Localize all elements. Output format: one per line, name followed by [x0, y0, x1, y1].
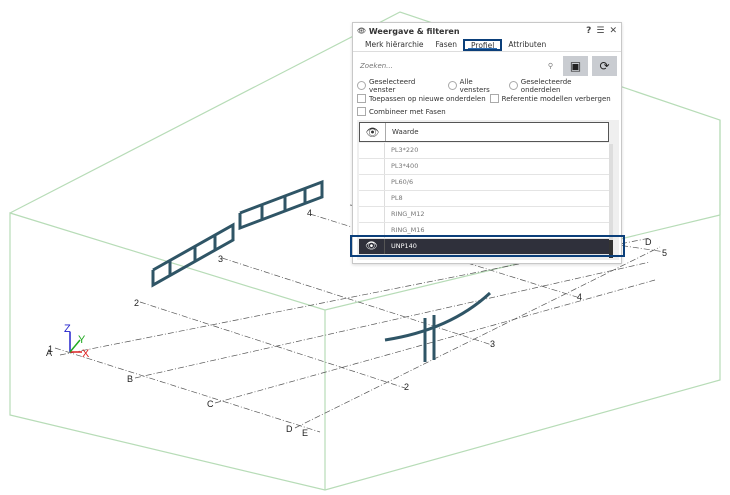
search-bar: Zoeken... ⚲ ▣ ⟳ — [357, 56, 617, 76]
table-row[interactable]: RING_M12 — [359, 207, 609, 223]
row-value: PL3*220 — [391, 146, 419, 154]
panel-tabs: Merk hiërarchie Fasen Profiel Attributen — [353, 39, 621, 52]
grid-label: 5 — [662, 248, 667, 258]
table-row[interactable]: PL8 — [359, 191, 609, 207]
search-icon: ⚲ — [547, 62, 553, 70]
filter-options: Geselecteerd venster Alle vensters Gesel… — [353, 76, 621, 121]
row-value: PL8 — [391, 194, 403, 202]
axis-x-label: X — [82, 348, 90, 360]
grid-label: 4 — [577, 292, 582, 302]
radio-label: Geselecteerde onderdelen — [520, 77, 572, 94]
grid-label: 2 — [404, 382, 409, 392]
row-value: RING_M12 — [391, 210, 425, 218]
window-view-icon: ▣ — [569, 59, 582, 73]
close-icon[interactable]: ✕ — [609, 26, 617, 36]
grid-label: 2 — [134, 298, 139, 308]
refresh-button[interactable]: ⟳ — [592, 56, 617, 76]
tab-attributen[interactable]: Attributen — [502, 39, 552, 51]
tab-profiel[interactable]: Profiel — [463, 39, 503, 51]
column-header-waarde[interactable]: Waarde — [386, 123, 419, 141]
panel-title: Weergave & filteren — [368, 26, 460, 36]
radio-geselecteerd-venster[interactable] — [357, 81, 366, 90]
row-value: PL60/6 — [391, 178, 414, 186]
selection-highlight — [350, 235, 625, 257]
radio-geselecteerde-onderdelen[interactable] — [508, 81, 518, 90]
checkbox-referentie[interactable] — [489, 94, 499, 103]
help-icon[interactable]: ? — [586, 26, 591, 36]
grid-label: D — [286, 424, 293, 434]
table-header: 👁 Waarde — [359, 122, 609, 142]
view-toggle-button[interactable]: ▣ — [563, 56, 588, 76]
grid-label: A — [46, 348, 52, 358]
search-placeholder: Zoeken... — [360, 62, 393, 70]
table-row[interactable]: PL3*220 — [359, 143, 609, 159]
grid-label: B — [127, 374, 133, 384]
axis-z-label: Z — [64, 323, 71, 335]
refresh-icon: ⟳ — [599, 59, 610, 73]
table-row[interactable]: PL3*400 — [359, 159, 609, 175]
radio-label: Alle vensters — [459, 77, 490, 94]
settings-list-icon[interactable]: ☰ — [596, 26, 604, 36]
checkbox-label: Toepassen op nieuwe onderdelen — [369, 94, 486, 103]
checkbox-label: Combineer met Fasen — [369, 107, 446, 116]
checkbox-toepassen[interactable] — [357, 94, 366, 103]
axis-gizmo: X Y Z — [64, 323, 90, 360]
grid-label: 3 — [218, 254, 223, 264]
panel-title-bar: 👁 Weergave & filteren ? ☰ ✕ — [353, 23, 621, 39]
checkbox-combineer[interactable] — [357, 107, 366, 116]
checkbox-label: Referentie modellen verbergen — [501, 94, 611, 103]
axis-y-label: Y — [78, 334, 86, 346]
radio-alle-vensters[interactable] — [447, 81, 457, 90]
tab-fasen[interactable]: Fasen — [430, 39, 464, 51]
grid-label: E — [302, 428, 308, 438]
table-row[interactable]: PL60/6 — [359, 175, 609, 191]
tab-merk-hierarchie[interactable]: Merk hiërarchie — [359, 39, 430, 51]
grid-label: C — [207, 399, 214, 409]
row-value: PL3*400 — [391, 162, 419, 170]
eye-icon: 👁 — [357, 27, 366, 35]
visibility-column-eye-icon[interactable]: 👁 — [360, 123, 386, 141]
search-input[interactable]: Zoeken... ⚲ — [357, 56, 559, 76]
radio-label: Geselecteerd venster — [368, 77, 416, 94]
grid-label: 4 — [307, 208, 312, 218]
view-filter-panel: 👁 Weergave & filteren ? ☰ ✕ Merk hiërarc… — [352, 22, 622, 264]
grid-label: D — [645, 237, 652, 247]
grid-label: 3 — [490, 339, 495, 349]
